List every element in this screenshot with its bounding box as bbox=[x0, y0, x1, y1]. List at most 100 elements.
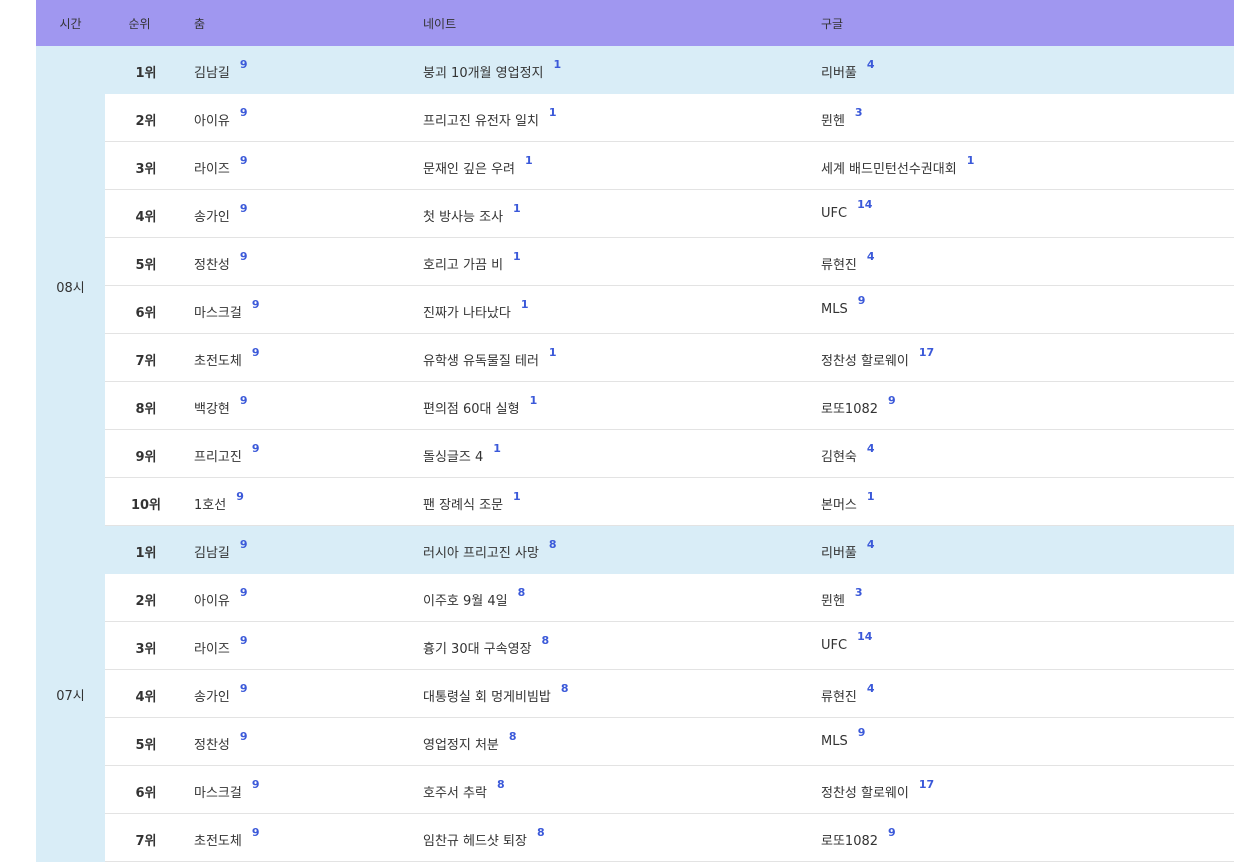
header-col-b: 네이트 bbox=[423, 16, 457, 31]
count-badge: 14 bbox=[857, 198, 873, 211]
rank-label: 10위 bbox=[130, 498, 162, 513]
keyword-link[interactable]: 문재인 깊은 우려 bbox=[423, 162, 515, 177]
keyword-col-c: 세계 배드민턴선수권대회 1 bbox=[821, 154, 974, 177]
keyword-link[interactable]: 호주서 추락 bbox=[423, 786, 487, 801]
keyword-col-a: 초전도체 9 bbox=[194, 346, 260, 369]
rank-label: 6위 bbox=[135, 786, 157, 801]
count-badge: 9 bbox=[239, 154, 248, 167]
keyword-link[interactable]: 진짜가 나타났다 bbox=[423, 306, 511, 321]
keyword-link[interactable]: 팬 장례식 조문 bbox=[423, 498, 503, 513]
keyword-col-b: 흉기 30대 구속영장 8 bbox=[423, 634, 549, 657]
keyword-col-a: 아이유 9 bbox=[194, 106, 248, 129]
keyword-col-a: 송가인 9 bbox=[194, 682, 248, 705]
rank-label: 3위 bbox=[135, 642, 157, 657]
count-badge: 1 bbox=[513, 202, 521, 215]
keyword-link[interactable]: 뮌헨 bbox=[821, 114, 845, 129]
count-badge: 1 bbox=[553, 58, 562, 71]
keyword-link[interactable]: 러시아 프리고진 사망 bbox=[423, 546, 539, 561]
keyword-link[interactable]: 정찬성 할로웨이 bbox=[821, 354, 909, 369]
keyword-link[interactable]: 리버풀 bbox=[821, 66, 857, 81]
keyword-link[interactable]: 유학생 유독물질 테러 bbox=[423, 354, 539, 369]
keyword-col-b: 임찬규 헤드샷 퇴장 8 bbox=[423, 826, 545, 849]
keyword-link[interactable]: MLS bbox=[821, 302, 848, 317]
keyword-col-c: UFC 14 bbox=[821, 198, 872, 221]
keyword-link[interactable]: UFC bbox=[821, 638, 847, 653]
count-badge: 9 bbox=[888, 394, 896, 407]
keyword-link[interactable]: 아이유 bbox=[194, 114, 230, 129]
keyword-col-a: 정찬성 9 bbox=[194, 730, 248, 753]
keyword-link[interactable]: 1호선 bbox=[194, 498, 226, 513]
keyword-link[interactable]: 대통령실 회 멍게비빔밥 bbox=[423, 690, 551, 705]
count-badge: 9 bbox=[239, 682, 248, 695]
count-badge: 9 bbox=[239, 634, 248, 647]
keyword-link[interactable]: 리버풀 bbox=[821, 546, 857, 561]
keyword-col-c: 본머스 1 bbox=[821, 490, 875, 513]
keyword-col-a: 백강현 9 bbox=[194, 394, 248, 417]
table-row: 2위 아이유 9 프리고진 유전자 일치 1 뮌헨 3 bbox=[105, 94, 1234, 142]
header-rank: 순위 bbox=[128, 16, 151, 31]
keyword-col-b: 첫 방사능 조사 1 bbox=[423, 202, 521, 225]
keyword-col-c: 로또1082 9 bbox=[821, 394, 896, 417]
keyword-col-b: 돌싱글즈 4 1 bbox=[423, 442, 501, 465]
keyword-link[interactable]: 송가인 bbox=[194, 690, 230, 705]
keyword-link[interactable]: 송가인 bbox=[194, 210, 230, 225]
count-badge: 9 bbox=[251, 298, 260, 311]
table-row: 2위 아이유 9 이주호 9월 4일 8 뮌헨 3 bbox=[105, 574, 1234, 622]
count-badge: 9 bbox=[239, 730, 248, 743]
keyword-link[interactable]: 첫 방사능 조사 bbox=[423, 210, 503, 225]
keyword-link[interactable]: 세계 배드민턴선수권대회 bbox=[821, 162, 957, 177]
count-badge: 9 bbox=[236, 490, 244, 503]
keyword-link[interactable]: 뮌헨 bbox=[821, 594, 845, 609]
keyword-link[interactable]: 프리고진 유전자 일치 bbox=[423, 114, 539, 129]
keyword-link[interactable]: 프리고진 bbox=[194, 450, 242, 465]
keyword-link[interactable]: 류현진 bbox=[821, 258, 857, 273]
keyword-link[interactable]: 돌싱글즈 4 bbox=[423, 450, 483, 465]
count-badge: 1 bbox=[548, 346, 557, 359]
keyword-link[interactable]: 김남길 bbox=[194, 546, 230, 561]
count-badge: 1 bbox=[525, 154, 533, 167]
rank-label: 8위 bbox=[135, 402, 157, 417]
rank-label: 4위 bbox=[135, 690, 157, 705]
keyword-link[interactable]: 로또1082 bbox=[821, 834, 878, 849]
keyword-link[interactable]: 붕괴 10개월 영업정지 bbox=[423, 66, 544, 81]
keyword-link[interactable]: 정찬성 bbox=[194, 258, 230, 273]
keyword-col-b: 이주호 9월 4일 8 bbox=[423, 586, 525, 609]
keyword-link[interactable]: 영업정지 처분 bbox=[423, 738, 499, 753]
keyword-link[interactable]: MLS bbox=[821, 734, 848, 749]
keyword-link[interactable]: 임찬규 헤드샷 퇴장 bbox=[423, 834, 527, 849]
keyword-link[interactable]: 류현진 bbox=[821, 690, 857, 705]
keyword-link[interactable]: 본머스 bbox=[821, 498, 857, 513]
count-badge: 9 bbox=[251, 778, 260, 791]
count-badge: 9 bbox=[888, 826, 896, 839]
keyword-link[interactable]: 호리고 가끔 비 bbox=[423, 258, 503, 273]
table-row: 5위 정찬성 9 영업정지 처분 8 MLS 9 bbox=[105, 718, 1234, 766]
count-badge: 3 bbox=[854, 106, 863, 119]
count-badge: 8 bbox=[560, 682, 569, 695]
keyword-col-b: 영업정지 처분 8 bbox=[423, 730, 517, 753]
keyword-link[interactable]: 로또1082 bbox=[821, 402, 878, 417]
keyword-link[interactable]: 편의점 60대 실형 bbox=[423, 402, 520, 417]
keyword-col-a: 아이유 9 bbox=[194, 586, 248, 609]
keyword-link[interactable]: 김현숙 bbox=[821, 450, 857, 465]
count-badge: 9 bbox=[239, 106, 248, 119]
count-badge: 1 bbox=[966, 154, 975, 167]
keyword-link[interactable]: 김남길 bbox=[194, 66, 230, 81]
keyword-link[interactable]: UFC bbox=[821, 206, 847, 221]
count-badge: 9 bbox=[251, 442, 260, 455]
keyword-link[interactable]: 초전도체 bbox=[194, 354, 242, 369]
keyword-link[interactable]: 마스크걸 bbox=[194, 786, 242, 801]
keyword-link[interactable]: 아이유 bbox=[194, 594, 230, 609]
count-badge: 4 bbox=[866, 58, 875, 71]
keyword-link[interactable]: 백강현 bbox=[194, 402, 230, 417]
keyword-col-c: 류현진 4 bbox=[821, 682, 875, 705]
keyword-link[interactable]: 흉기 30대 구속영장 bbox=[423, 642, 532, 657]
keyword-link[interactable]: 라이즈 bbox=[194, 642, 230, 657]
count-badge: 9 bbox=[251, 346, 260, 359]
keyword-link[interactable]: 마스크걸 bbox=[194, 306, 242, 321]
count-badge: 9 bbox=[239, 394, 248, 407]
keyword-link[interactable]: 라이즈 bbox=[194, 162, 230, 177]
keyword-link[interactable]: 이주호 9월 4일 bbox=[423, 594, 508, 609]
keyword-link[interactable]: 정찬성 할로웨이 bbox=[821, 786, 909, 801]
keyword-link[interactable]: 초전도체 bbox=[194, 834, 242, 849]
keyword-link[interactable]: 정찬성 bbox=[194, 738, 230, 753]
